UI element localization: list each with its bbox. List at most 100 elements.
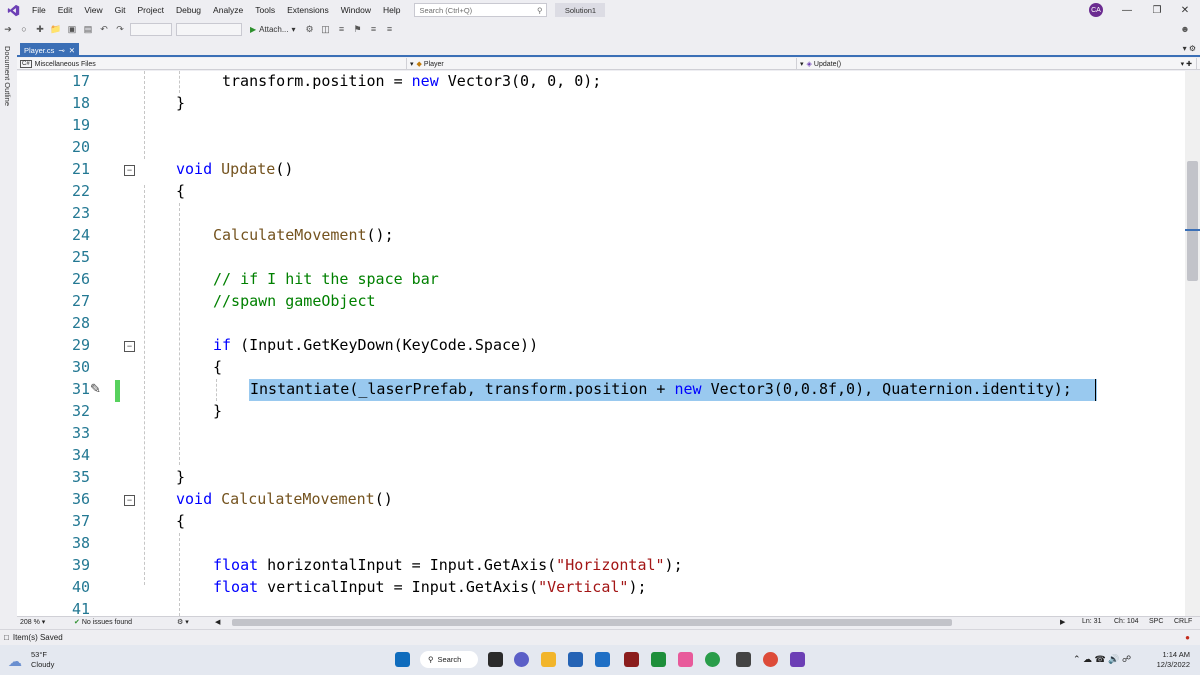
search-input[interactable]: Search (Ctrl+Q) ⚲ xyxy=(414,3,548,17)
code-line-40[interactable]: float verticalInput = Input.GetAxis("Ver… xyxy=(213,578,647,596)
attach-button[interactable]: ▶ Attach... ▾ xyxy=(250,25,296,34)
tab-overflow-icon[interactable]: ▾ ⚙ xyxy=(1183,44,1196,53)
member-dropdown[interactable]: ▾ ◈ Update() ▾ ✚ xyxy=(797,58,1197,70)
char-indicator[interactable]: Ch: 104 xyxy=(1114,618,1139,625)
task-view-icon[interactable] xyxy=(488,652,503,667)
undo-icon[interactable]: ↶ xyxy=(97,22,111,36)
tray-icons[interactable]: ⌃ ☁ ☎ 🔊 ☍ xyxy=(1073,654,1131,665)
solution-name-badge[interactable]: Solution1 xyxy=(555,3,606,17)
bookmark-icon[interactable]: ⚑ xyxy=(351,22,365,36)
app-icon[interactable] xyxy=(678,652,693,667)
split-editor-icon[interactable]: ▾ ✚ xyxy=(1181,60,1192,68)
account-avatar[interactable]: CA xyxy=(1089,3,1103,17)
quick-actions-brush-icon[interactable]: ✎ xyxy=(90,381,101,397)
app-icon[interactable] xyxy=(705,652,720,667)
back-icon[interactable]: ➔ xyxy=(1,22,15,36)
line-indicator[interactable]: Ln: 31 xyxy=(1082,618,1101,625)
taskbar-search[interactable]: ⚲ Search xyxy=(420,651,478,668)
menu-edit[interactable]: Edit xyxy=(52,0,79,20)
tab-player-cs[interactable]: Player.cs ⊸ ✕ xyxy=(20,43,80,57)
menu-view[interactable]: View xyxy=(78,0,108,20)
code-line-18[interactable]: } xyxy=(176,94,185,112)
forward-icon[interactable]: ○ xyxy=(17,22,31,36)
menu-analyze[interactable]: Analyze xyxy=(207,0,249,20)
scroll-right-icon[interactable]: ▶ xyxy=(1060,618,1065,626)
redo-icon[interactable]: ↷ xyxy=(113,22,127,36)
code-line-30[interactable]: { xyxy=(213,358,222,376)
menu-help[interactable]: Help xyxy=(377,0,406,20)
menu-extensions[interactable]: Extensions xyxy=(281,0,335,20)
new-item-icon[interactable]: ✚ xyxy=(33,22,47,36)
weather-temp[interactable]: 53°F xyxy=(31,650,47,659)
open-folder-icon[interactable]: 📁 xyxy=(49,22,63,36)
save-icon[interactable]: ▣ xyxy=(65,22,79,36)
code-line-24[interactable]: CalculateMovement(); xyxy=(213,226,394,244)
code-line-17[interactable]: transform.position = new Vector3(0, 0, 0… xyxy=(222,72,601,90)
live-share-icon[interactable]: ☻ xyxy=(1178,22,1192,36)
collapse-icon[interactable]: − xyxy=(124,495,135,506)
platform-dropdown[interactable] xyxy=(176,22,242,36)
menu-tools[interactable]: Tools xyxy=(249,0,281,20)
line-ending-indicator[interactable]: CRLF xyxy=(1174,618,1192,625)
code-line-31[interactable]: Instantiate(_laserPrefab, transform.posi… xyxy=(250,380,1072,398)
start-icon[interactable] xyxy=(395,652,410,667)
app-icon[interactable] xyxy=(624,652,639,667)
collapse-icon[interactable]: − xyxy=(124,341,135,352)
hot-reload-icon[interactable]: ⚙ xyxy=(303,22,317,36)
visual-studio-icon[interactable] xyxy=(790,652,805,667)
code-line-22[interactable]: { xyxy=(176,182,185,200)
collapse-icon[interactable]: − xyxy=(124,165,135,176)
chat-icon[interactable] xyxy=(514,652,529,667)
minimize-icon[interactable]: — xyxy=(1120,3,1134,17)
format-icon[interactable]: ≡ xyxy=(335,22,349,36)
issues-indicator[interactable]: ✔ No issues found xyxy=(74,618,132,626)
whitespace-indicator[interactable]: SPC xyxy=(1149,618,1163,625)
code-editor[interactable]: 17 18 19 20 21 22 23 24 25 26 27 28 29 3… xyxy=(17,71,1185,616)
xbox-icon[interactable] xyxy=(651,652,666,667)
code-line-36[interactable]: void CalculateMovement() xyxy=(176,490,393,508)
code-line-29[interactable]: if (Input.GetKeyDown(KeyCode.Space)) xyxy=(213,336,538,354)
menu-debug[interactable]: Debug xyxy=(170,0,207,20)
scrollbar-thumb[interactable] xyxy=(1187,161,1198,281)
code-line-27[interactable]: //spawn gameObject xyxy=(213,292,376,310)
scroll-left-icon[interactable]: ◀ xyxy=(215,618,220,626)
layout-icon[interactable]: ◫ xyxy=(319,22,333,36)
type-dropdown[interactable]: ▾ ◆ Player xyxy=(407,58,797,70)
project-dropdown[interactable]: C# Miscellaneous Files xyxy=(17,58,407,70)
code-line-35[interactable]: } xyxy=(176,468,185,486)
notifications-icon[interactable]: ● xyxy=(1185,633,1190,642)
code-line-26[interactable]: // if I hit the space bar xyxy=(213,270,439,288)
code-line-21[interactable]: void Update() xyxy=(176,160,293,178)
line-number: 39 xyxy=(71,556,90,574)
uncomment-icon[interactable]: ≡ xyxy=(383,22,397,36)
clock-time[interactable]: 1:14 AM xyxy=(1150,650,1190,659)
line-number: 41 xyxy=(71,600,90,616)
menu-window[interactable]: Window xyxy=(335,0,377,20)
code-line-39[interactable]: float horizontalInput = Input.GetAxis("H… xyxy=(213,556,683,574)
menu-project[interactable]: Project xyxy=(132,0,170,20)
cleanup-icon[interactable]: ⚙ ▾ xyxy=(177,618,189,626)
menu-file[interactable]: File xyxy=(26,0,52,20)
unity-icon[interactable] xyxy=(736,652,751,667)
store-icon[interactable] xyxy=(568,652,583,667)
pin-icon[interactable]: ⊸ xyxy=(58,46,64,55)
code-line-37[interactable]: { xyxy=(176,512,185,530)
clock-date[interactable]: 12/3/2022 xyxy=(1150,660,1190,669)
comment-icon[interactable]: ≡ xyxy=(367,22,381,36)
zoom-dropdown[interactable]: 208 % ▾ xyxy=(20,618,45,626)
close-window-icon[interactable]: ✕ xyxy=(1178,3,1192,17)
code-token: } xyxy=(213,402,223,420)
menu-git[interactable]: Git xyxy=(109,0,132,20)
weather-desc[interactable]: Cloudy xyxy=(31,660,54,669)
restore-icon[interactable]: ❐ xyxy=(1150,3,1164,17)
chrome-icon[interactable] xyxy=(763,652,778,667)
close-tab-icon[interactable]: ✕ xyxy=(69,46,75,55)
horizontal-scrollbar-thumb[interactable] xyxy=(232,619,952,626)
mail-icon[interactable] xyxy=(595,652,610,667)
vertical-scrollbar[interactable] xyxy=(1185,71,1200,616)
document-outline-rail[interactable]: Document Outline xyxy=(0,40,17,628)
code-line-32[interactable]: } xyxy=(213,402,222,420)
file-explorer-icon[interactable] xyxy=(541,652,556,667)
save-all-icon[interactable]: ▤ xyxy=(81,22,95,36)
configuration-dropdown[interactable] xyxy=(130,22,172,36)
